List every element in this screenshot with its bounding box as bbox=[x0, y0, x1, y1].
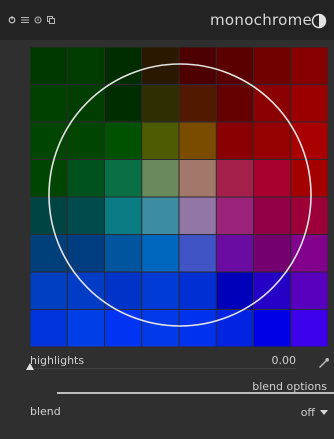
color-cell[interactable] bbox=[142, 47, 179, 85]
color-cell[interactable] bbox=[179, 197, 216, 235]
color-cell[interactable] bbox=[142, 85, 179, 122]
color-cell[interactable] bbox=[105, 310, 142, 347]
color-cell[interactable] bbox=[291, 310, 328, 347]
color-cell[interactable] bbox=[216, 160, 253, 197]
color-cell[interactable] bbox=[67, 272, 104, 310]
color-cell[interactable] bbox=[142, 197, 179, 235]
color-cell[interactable] bbox=[30, 272, 67, 310]
power-icon[interactable] bbox=[8, 15, 16, 24]
color-cell[interactable] bbox=[30, 197, 67, 235]
color-cell[interactable] bbox=[179, 235, 216, 272]
module-header: monochrome bbox=[0, 0, 334, 40]
half-circle-icon[interactable] bbox=[311, 13, 327, 29]
color-cell[interactable] bbox=[142, 122, 179, 160]
blend-label: blend bbox=[30, 405, 61, 418]
color-cell[interactable] bbox=[216, 272, 253, 310]
color-cell[interactable] bbox=[291, 85, 328, 122]
color-cell[interactable] bbox=[142, 160, 179, 197]
color-cell[interactable] bbox=[179, 122, 216, 160]
color-cell[interactable] bbox=[179, 47, 216, 85]
color-cell[interactable] bbox=[179, 272, 216, 310]
color-cell[interactable] bbox=[30, 47, 67, 85]
color-cell[interactable] bbox=[216, 85, 253, 122]
color-cell[interactable] bbox=[254, 272, 291, 310]
blend-value: off bbox=[300, 405, 315, 419]
color-cell[interactable] bbox=[254, 160, 291, 197]
color-cell[interactable] bbox=[142, 272, 179, 310]
color-cell[interactable] bbox=[30, 85, 67, 122]
color-cell[interactable] bbox=[142, 235, 179, 272]
color-grid-area[interactable] bbox=[30, 47, 328, 347]
color-cell[interactable] bbox=[216, 235, 253, 272]
color-cell[interactable] bbox=[105, 85, 142, 122]
color-cell[interactable] bbox=[30, 160, 67, 197]
color-cell[interactable] bbox=[30, 122, 67, 160]
color-cell[interactable] bbox=[67, 122, 104, 160]
highlights-slider-marker[interactable] bbox=[26, 363, 34, 370]
color-cell[interactable] bbox=[216, 47, 253, 85]
color-cell[interactable] bbox=[105, 197, 142, 235]
color-cell[interactable] bbox=[291, 197, 328, 235]
copy-icon[interactable] bbox=[47, 15, 55, 24]
color-cell[interactable] bbox=[142, 310, 179, 347]
color-cell[interactable] bbox=[179, 160, 216, 197]
color-cell[interactable] bbox=[254, 85, 291, 122]
color-cell[interactable] bbox=[254, 47, 291, 85]
color-cell[interactable] bbox=[254, 122, 291, 160]
color-cell[interactable] bbox=[291, 122, 328, 160]
color-cell[interactable] bbox=[105, 47, 142, 85]
header-icons bbox=[8, 15, 55, 24]
color-cell[interactable] bbox=[67, 310, 104, 347]
color-cell[interactable] bbox=[179, 310, 216, 347]
color-cell[interactable] bbox=[291, 47, 328, 85]
highlights-value: 0.00 bbox=[271, 354, 297, 367]
color-cell[interactable] bbox=[105, 122, 142, 160]
color-cell[interactable] bbox=[67, 47, 104, 85]
color-picker-icon[interactable] bbox=[318, 354, 330, 368]
color-cell[interactable] bbox=[216, 310, 253, 347]
module-title: monochrome bbox=[210, 11, 313, 29]
color-cell[interactable] bbox=[254, 310, 291, 347]
color-grid[interactable] bbox=[30, 47, 328, 347]
reset-icon[interactable] bbox=[34, 15, 42, 24]
color-cell[interactable] bbox=[254, 235, 291, 272]
color-cell[interactable] bbox=[67, 160, 104, 197]
color-cell[interactable] bbox=[291, 272, 328, 310]
color-cell[interactable] bbox=[216, 197, 253, 235]
menu-icon[interactable] bbox=[21, 15, 29, 24]
color-cell[interactable] bbox=[67, 85, 104, 122]
color-cell[interactable] bbox=[179, 85, 216, 122]
color-cell[interactable] bbox=[291, 235, 328, 272]
color-cell[interactable] bbox=[216, 122, 253, 160]
highlights-label: highlights bbox=[30, 354, 85, 367]
chevron-down-icon bbox=[320, 409, 328, 415]
color-cell[interactable] bbox=[30, 235, 67, 272]
color-cell[interactable] bbox=[30, 310, 67, 347]
color-cell[interactable] bbox=[291, 160, 328, 197]
highlights-slider[interactable] bbox=[30, 368, 296, 369]
color-cell[interactable] bbox=[105, 160, 142, 197]
blend-dropdown[interactable]: off bbox=[286, 405, 328, 419]
color-cell[interactable] bbox=[67, 235, 104, 272]
color-cell[interactable] bbox=[67, 197, 104, 235]
blend-options-divider bbox=[57, 392, 334, 394]
color-cell[interactable] bbox=[254, 197, 291, 235]
color-cell[interactable] bbox=[105, 235, 142, 272]
color-cell[interactable] bbox=[105, 272, 142, 310]
